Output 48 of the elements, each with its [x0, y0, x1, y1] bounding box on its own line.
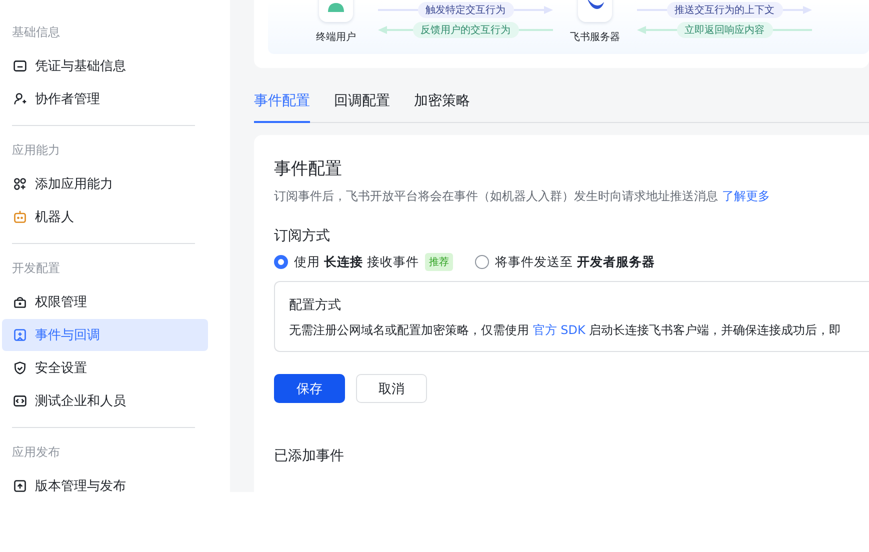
config-text: 无需注册公网域名或配置加密策略，仅需使用 官方 SDK 启动长连接飞书客户端，并确保连接成功后，即 [289, 322, 842, 339]
panel-description: 订阅事件后，飞书开放平台将会在事件（如机器人入群）发生时向请求地址推送消息 了解更多 [274, 188, 771, 205]
id-card-icon [13, 59, 27, 73]
sidebar-item[interactable]: 安全设置 [2, 352, 208, 384]
learn-more-link[interactable]: 了解更多 [722, 189, 770, 203]
arrow-label: 推送交互行为的上下文 [666, 2, 782, 18]
panel-title: 事件配置 [274, 158, 343, 180]
recommended-tag: 推荐 [424, 253, 453, 271]
sidebar-item[interactable]: 版本管理与发布 [2, 470, 208, 492]
section-title: 订阅方式 [274, 227, 331, 245]
tab[interactable]: 回调配置 [334, 92, 390, 123]
section-title: 已添加事件 [274, 447, 345, 465]
event-icon [13, 328, 27, 342]
tab[interactable]: 事件配置 [254, 92, 310, 123]
arrow-label: 反馈用户的交互行为 [412, 22, 518, 38]
option-label: 使用 长连接 接收事件 [294, 254, 419, 270]
user-avatar-icon [319, 0, 353, 22]
config-title: 配置方式 [289, 297, 342, 314]
app-logo-icon [578, 0, 612, 22]
upload-icon [13, 479, 27, 492]
code-icon [13, 394, 27, 408]
robot-icon [13, 210, 27, 224]
option-label: 将事件发送至 开发者服务器 [494, 254, 655, 270]
radio-button[interactable] [274, 255, 288, 269]
save-button[interactable]: 保存 [274, 374, 345, 403]
sidebar-item[interactable]: 事件与回调 [2, 319, 208, 351]
shield-icon [13, 361, 27, 375]
sidebar-group-title: 基础信息 [11, 24, 61, 41]
sdk-link[interactable]: 官方 SDK [532, 323, 586, 337]
node-label: 飞书服务器 [570, 30, 620, 44]
sidebar-item[interactable]: 协作者管理 [2, 83, 208, 115]
sidebar-group-title: 应用发布 [11, 444, 61, 461]
user-add-icon [13, 92, 27, 106]
sidebar-item[interactable]: 权限管理 [2, 286, 208, 318]
arrow-label: 立即返回响应内容 [676, 22, 772, 38]
sidebar-item[interactable]: 凭证与基础信息 [2, 50, 208, 82]
sidebar-group-title: 应用能力 [11, 142, 61, 159]
cancel-button[interactable]: 取消 [356, 374, 427, 403]
sidebar-item[interactable]: 测试企业和人员 [2, 385, 208, 417]
arrow-label: 触发特定交互行为 [418, 2, 514, 18]
sidebar-item[interactable]: 添加应用能力 [2, 168, 208, 200]
tab[interactable]: 加密策略 [414, 92, 470, 123]
node-label: 终端用户 [316, 30, 356, 44]
sidebar-item[interactable]: 机器人 [2, 201, 208, 233]
apps-icon [13, 177, 27, 191]
radio-button[interactable] [474, 255, 489, 269]
lock-icon [13, 295, 27, 309]
sidebar-group-title: 开发配置 [11, 260, 61, 277]
